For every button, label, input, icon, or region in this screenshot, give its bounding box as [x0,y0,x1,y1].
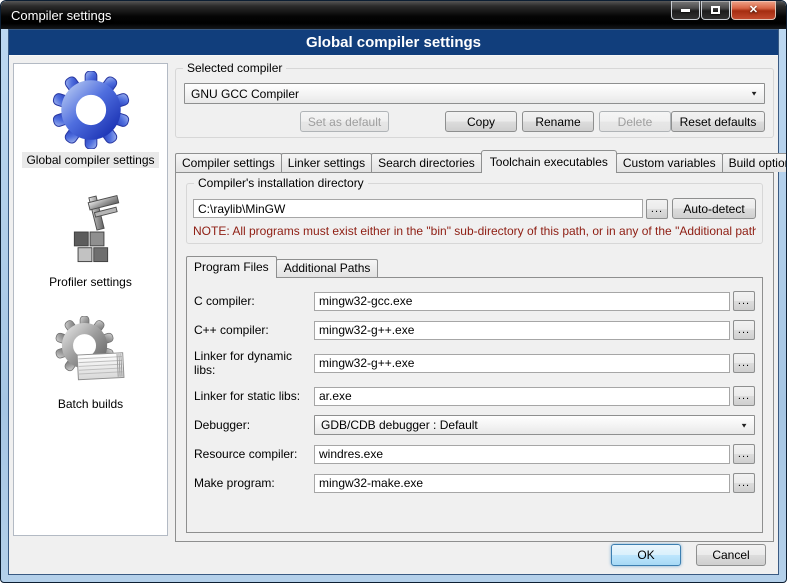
field-row-make-program: Make program: ... [194,473,755,493]
reset-defaults-button[interactable]: Reset defaults [671,111,765,132]
programs-subtabs: Program Files Additional Paths [186,256,763,277]
page-title: Global compiler settings [9,30,778,56]
minimize-button[interactable] [671,1,700,20]
field-label: Debugger: [194,418,314,432]
resource-compiler-input[interactable] [314,445,730,464]
field-label: Resource compiler: [194,447,314,461]
dynamic-linker-input[interactable] [314,354,730,373]
field-row-resource-compiler: Resource compiler: ... [194,444,755,464]
subtab-additional-paths[interactable]: Additional Paths [276,259,379,277]
window: Compiler settings ✕ Global compiler sett… [0,0,787,583]
program-files-panel: C compiler: ... C++ compiler: ... Linker… [186,277,763,533]
c-compiler-input[interactable] [314,292,730,311]
debugger-select[interactable]: GDB/CDB debugger : Default ▼ [314,415,755,435]
field-row-c-compiler: C compiler: ... [194,291,755,311]
resource-compiler-browse-button[interactable]: ... [733,444,755,464]
programs-notebook: Program Files Additional Paths C compile… [186,256,763,533]
settings-tabstrip: Compiler settings Linker settings Search… [175,150,774,172]
install-dir-group-label: Compiler's installation directory [194,176,368,190]
install-note-text: NOTE: All programs must exist either in … [193,224,756,238]
ok-button[interactable]: OK [611,544,681,566]
window-controls: ✕ [670,1,776,20]
field-row-static-linker: Linker for static libs: ... [194,386,755,406]
titlebar[interactable]: Compiler settings ✕ [1,1,786,29]
selected-compiler-group: Selected compiler GNU GCC Compiler ▼ Set… [175,68,774,138]
dynamic-linker-browse-button[interactable]: ... [733,353,755,373]
field-row-cpp-compiler: C++ compiler: ... [194,320,755,340]
tab-linker-settings[interactable]: Linker settings [281,153,372,172]
compiler-select-value: GNU GCC Compiler [191,87,299,101]
subtab-program-files[interactable]: Program Files [186,256,277,278]
dialog-content: Global compiler settings [8,29,779,575]
minimize-icon [681,9,690,12]
sidebar-item-global-compiler-settings[interactable]: Global compiler settings [14,70,167,168]
install-dir-input[interactable] [193,199,643,218]
close-button[interactable]: ✕ [731,1,776,20]
field-label: C++ compiler: [194,323,314,337]
debugger-select-value: GDB/CDB debugger : Default [321,418,478,432]
field-label: Make program: [194,476,314,490]
toolchain-executables-panel: Compiler's installation directory ... Au… [175,172,774,542]
compiler-buttons-row: Set as default Copy Rename Delete Reset … [184,111,765,132]
install-dir-group: Compiler's installation directory ... Au… [186,183,763,244]
chevron-down-icon: ▼ [750,90,758,97]
field-label: Linker for dynamic libs: [194,349,314,377]
gray-gear-papers-icon [51,314,131,394]
rename-button[interactable]: Rename [522,111,594,132]
set-as-default-button[interactable]: Set as default [300,111,389,132]
field-label: C compiler: [194,294,314,308]
sidebar-item-label: Global compiler settings [22,152,158,168]
c-compiler-browse-button[interactable]: ... [733,291,755,311]
tab-compiler-settings[interactable]: Compiler settings [175,153,282,172]
selected-compiler-group-label: Selected compiler [183,61,286,75]
cancel-button[interactable]: Cancel [696,544,766,566]
static-linker-input[interactable] [314,387,730,406]
cpp-compiler-input[interactable] [314,321,730,340]
blue-gear-icon [51,70,131,150]
field-row-dynamic-linker: Linker for dynamic libs: ... [194,349,755,377]
static-linker-browse-button[interactable]: ... [733,386,755,406]
install-dir-row: ... Auto-detect [193,198,756,219]
tab-toolchain-executables[interactable]: Toolchain executables [481,150,617,173]
tab-custom-variables[interactable]: Custom variables [616,153,723,172]
sidebar-item-profiler-settings[interactable]: Profiler settings [14,192,167,290]
install-dir-browse-button[interactable]: ... [646,199,668,219]
settings-category-sidebar: Global compiler settings [13,63,168,536]
make-program-browse-button[interactable]: ... [733,473,755,493]
tab-build-options[interactable]: Build options [722,153,787,172]
caliper-icon [51,192,131,272]
sidebar-item-batch-builds[interactable]: Batch builds [14,314,167,412]
copy-button[interactable]: Copy [445,111,517,132]
maximize-icon [711,6,720,14]
main-panel: Selected compiler GNU GCC Compiler ▼ Set… [175,63,774,544]
cpp-compiler-browse-button[interactable]: ... [733,320,755,340]
field-row-debugger: Debugger: GDB/CDB debugger : Default ▼ [194,415,755,435]
close-icon: ✕ [749,5,758,16]
delete-button[interactable]: Delete [599,111,671,132]
sidebar-item-label: Batch builds [54,396,127,412]
tab-search-directories[interactable]: Search directories [371,153,482,172]
dialog-footer: OK Cancel [611,544,766,566]
autodetect-button[interactable]: Auto-detect [672,198,756,219]
make-program-input[interactable] [314,474,730,493]
sidebar-item-label: Profiler settings [45,274,136,290]
chevron-down-icon: ▼ [740,421,748,428]
maximize-button[interactable] [701,1,730,20]
field-label: Linker for static libs: [194,389,314,403]
compiler-select[interactable]: GNU GCC Compiler ▼ [184,83,765,104]
window-title: Compiler settings [1,8,111,23]
